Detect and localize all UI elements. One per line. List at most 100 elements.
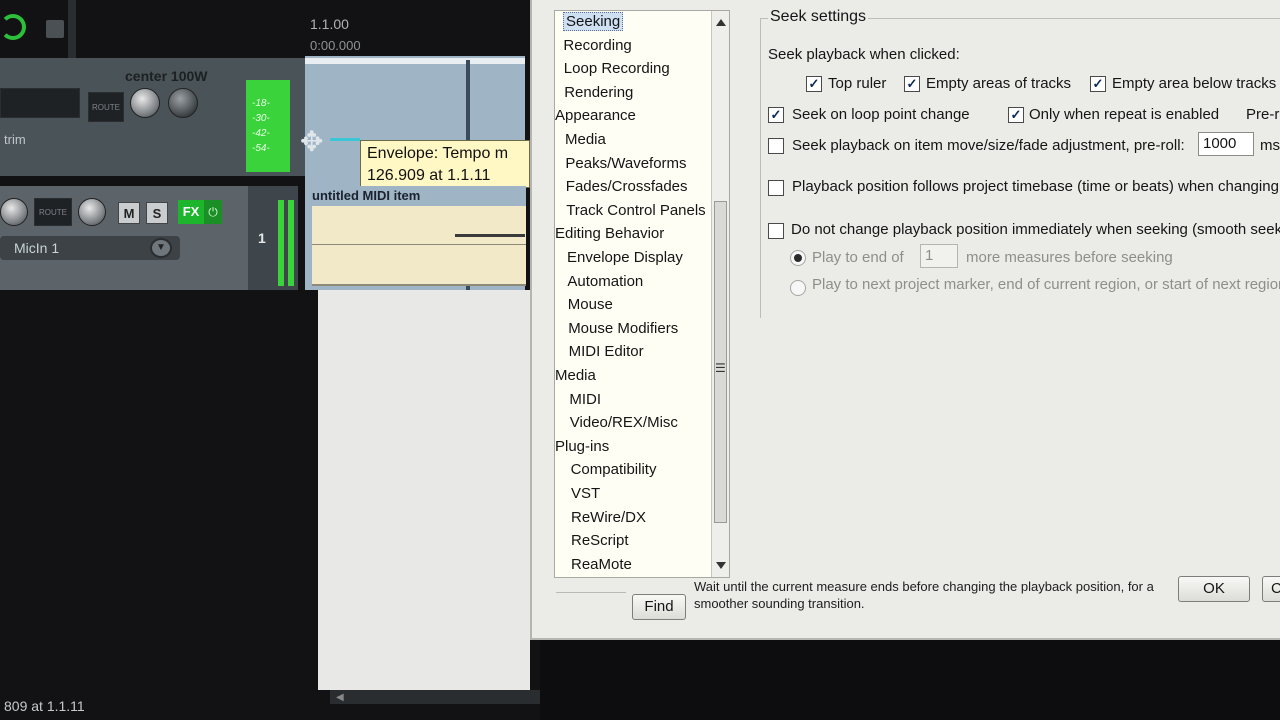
tree-item-label: Track Control Panels (566, 201, 706, 219)
tree-item[interactable]: Media (565, 131, 606, 148)
track1-name-field[interactable] (0, 88, 80, 118)
tree-item-label: ReaMote (571, 555, 632, 573)
track2-volume-knob[interactable] (0, 198, 28, 226)
tree-item[interactable]: Editing Behavior (555, 225, 664, 242)
tree-item-label: Media (555, 367, 596, 384)
tree-item-label: MIDI (569, 390, 602, 408)
horizontal-scrollbar[interactable] (330, 690, 540, 704)
tooltip-line2: 126.909 at 1.1.11 (367, 167, 491, 184)
grip-icon: ☰ (715, 361, 726, 375)
cancel-button[interactable]: C (1262, 576, 1280, 602)
ruler-divider (68, 0, 76, 58)
tree-item-label: Loop Recording (563, 60, 670, 78)
preroll-input[interactable]: 1000 (1198, 132, 1254, 156)
only-repeat-checkbox[interactable]: ✓ (1008, 107, 1024, 123)
route-button[interactable]: ROUTE (88, 92, 124, 122)
top-ruler-checkbox[interactable]: ✓ (806, 76, 822, 92)
tree-item[interactable]: ReScript (571, 532, 629, 549)
follows-timebase-label: Playback position follows project timeba… (792, 178, 1280, 195)
tree-item[interactable]: Track Control Panels (566, 202, 706, 219)
tree-item-label: Plug-ins (555, 437, 610, 455)
tree-scrollbar[interactable]: ☰ (711, 11, 729, 577)
tree-item[interactable]: Appearance (555, 107, 636, 124)
play-to-end-radio[interactable] (790, 250, 806, 266)
tree-item[interactable]: MIDI Editor (569, 343, 644, 360)
envelope-line (330, 138, 360, 141)
find-input[interactable] (556, 592, 626, 618)
tree-item[interactable]: ReWire/DX (571, 509, 646, 526)
find-button[interactable]: Find (632, 594, 686, 620)
empty-below-label: Empty area below tracks (1112, 75, 1277, 92)
volume-knob[interactable] (130, 88, 160, 118)
tree-item[interactable]: ReaMote (571, 556, 632, 573)
loop-change-checkbox[interactable]: ✓ (768, 107, 784, 123)
empty-below-checkbox[interactable]: ✓ (1090, 76, 1106, 92)
solo-button[interactable]: S (146, 202, 168, 224)
envelope-tooltip: Envelope: Tempo m 126.909 at 1.1.11 (360, 140, 530, 188)
track2-route-button[interactable]: ROUTE (34, 198, 72, 226)
arrange-top-line (305, 58, 525, 64)
scroll-down-icon[interactable] (716, 562, 726, 569)
tree-item[interactable]: Automation (567, 273, 643, 290)
pan-knob[interactable] (168, 88, 198, 118)
ms-label: ms (1260, 137, 1280, 154)
lock-icon[interactable] (46, 20, 64, 38)
tree-item-label: ReScript (571, 532, 629, 550)
ok-button[interactable]: OK (1178, 576, 1250, 602)
track2-number: 1 (258, 230, 266, 246)
seek-clicked-label: Seek playback when clicked: (768, 46, 960, 63)
hint-text: Wait until the current measure ends befo… (694, 579, 1154, 611)
tree-item-label: Appearance (555, 107, 636, 125)
tree-item[interactable]: Seeking (563, 12, 624, 31)
tree-item[interactable]: Plug-ins (555, 438, 609, 455)
tree-item[interactable]: Envelope Display (567, 249, 683, 266)
tree-item[interactable]: MIDI (569, 391, 601, 408)
tree-item[interactable]: Recording (563, 37, 631, 54)
tree-item[interactable]: Video/REX/Misc (570, 414, 678, 431)
meter-tick: -42- (252, 128, 270, 139)
tree-item-label: Media (565, 131, 606, 148)
tree-item-label: Recording (563, 36, 632, 54)
tree-item[interactable]: Peaks/Waveforms (565, 155, 686, 172)
tree-item-label: Fades/Crossfades (565, 178, 688, 196)
track2-meter-bar (288, 200, 294, 286)
follows-timebase-checkbox[interactable] (768, 180, 784, 196)
mute-button[interactable]: M (118, 202, 140, 224)
preferences-category-tree[interactable]: ☰ Seeking Recording Loop Recording Renderin… (554, 10, 730, 578)
tree-item-label: VST (571, 485, 601, 502)
input-dropdown-icon[interactable]: ▼ (150, 238, 172, 258)
track2-pan-knob[interactable] (78, 198, 106, 226)
play-to-end-label: Play to end of (812, 249, 904, 266)
tree-item[interactable]: Rendering (564, 84, 633, 101)
midi-item-line (312, 244, 526, 245)
tree-item[interactable]: Mouse (568, 296, 613, 313)
tooltip-line1: Envelope: Tempo m (367, 145, 509, 162)
midi-note (455, 234, 525, 237)
status-text: 809 at 1.1.11 (4, 698, 85, 714)
empty-areas-checkbox[interactable]: ✓ (904, 76, 920, 92)
tree-item[interactable]: Fades/Crossfades (566, 178, 688, 195)
tree-item[interactable]: Loop Recording (564, 60, 670, 77)
smooth-seek-checkbox[interactable] (768, 223, 784, 239)
empty-areas-label: Empty areas of tracks (926, 75, 1072, 92)
loop-icon[interactable] (0, 14, 26, 40)
scroll-up-icon[interactable] (716, 19, 726, 26)
play-to-next-radio[interactable] (790, 280, 806, 296)
tree-item[interactable]: VST (571, 485, 600, 502)
meter-tick: -30- (252, 113, 270, 124)
tree-item[interactable]: Compatibility (571, 461, 657, 478)
fx-button[interactable]: FX (178, 200, 204, 224)
tree-item[interactable]: Media (555, 367, 596, 384)
tree-item[interactable]: Mouse Modifiers (568, 320, 678, 337)
fx-power-icon[interactable]: ⏻ (204, 200, 222, 224)
measures-input[interactable]: 1 (920, 244, 958, 268)
move-cursor-icon: ✥ (300, 126, 324, 157)
meter-ticks: -18- -30- -42- -54- (252, 98, 270, 154)
empty-arrange-area[interactable] (318, 290, 530, 690)
scroll-left-icon[interactable]: ◀ (336, 692, 344, 703)
tree-item-label: Automation (567, 272, 644, 290)
item-move-checkbox[interactable] (768, 138, 784, 154)
play-to-next-label: Play to next project marker, end of curr… (812, 276, 1280, 293)
preferences-dialog: ☰ Seeking Recording Loop Recording Renderin… (530, 0, 1280, 640)
tree-item-label: Seeking (563, 12, 624, 31)
